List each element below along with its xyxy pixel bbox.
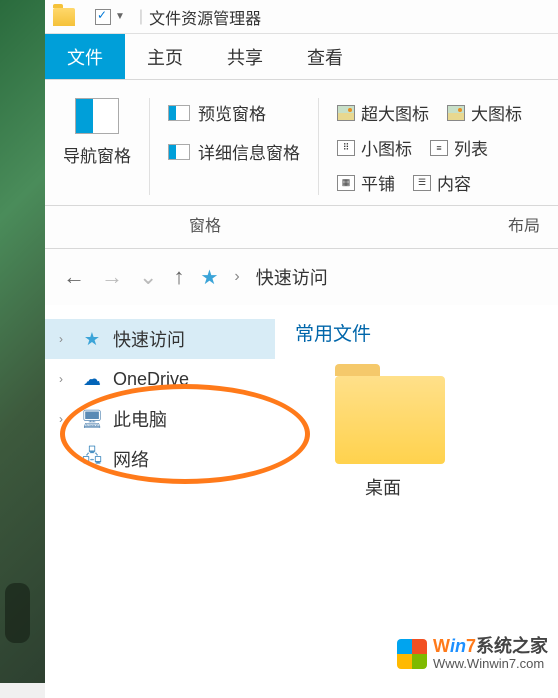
folder-icon[interactable] <box>335 376 445 464</box>
tree-onedrive[interactable]: › ☁ OneDrive <box>45 359 275 399</box>
tab-home[interactable]: 主页 <box>125 34 205 79</box>
preview-pane-label: 预览窗格 <box>198 100 266 125</box>
extra-large-label: 超大图标 <box>361 100 429 125</box>
list-label: 列表 <box>454 135 488 160</box>
desktop-background <box>0 0 45 683</box>
tree-network[interactable]: 🖧 网络 <box>45 439 275 479</box>
tiles-icon: ▦ <box>337 175 355 191</box>
watermark-rest: 系统之家 <box>476 636 548 656</box>
tree-quick-access[interactable]: › ★ 快速访问 <box>45 319 275 359</box>
cloud-icon: ☁ <box>81 368 103 390</box>
folder-label[interactable]: 桌面 <box>365 474 558 500</box>
details-pane-icon <box>168 144 190 160</box>
navigation-pane-button[interactable]: 导航窗格 <box>63 98 131 167</box>
back-button[interactable]: ← <box>63 264 85 290</box>
breadcrumb-location[interactable]: 快速访问 <box>256 264 328 290</box>
watermark-7: 7 <box>466 636 476 656</box>
forward-button[interactable]: → <box>101 264 123 290</box>
monitor-icon: 🖥 <box>81 408 103 430</box>
large-label: 大图标 <box>471 100 522 125</box>
watermark: Win7系统之家 Www.Winwin7.com <box>397 637 548 671</box>
windows-logo-icon <box>397 639 427 669</box>
file-explorer-window: ▼ | 文件资源管理器 文件 主页 共享 查看 导航窗格 预览窗格 <box>45 0 558 683</box>
window-title: 文件资源管理器 <box>149 5 261 29</box>
star-icon: ★ <box>200 265 218 290</box>
address-bar: ← → ⌄ ↑ ★ › 快速访问 <box>45 249 558 305</box>
navigation-tree: › ★ 快速访问 › ☁ OneDrive › 🖥 此电脑 🖧 网络 <box>45 305 275 698</box>
small-label: 小图标 <box>361 135 412 160</box>
navigation-pane-icon <box>75 98 119 134</box>
view-small-button[interactable]: ⠿ 小图标 <box>337 135 412 160</box>
ribbon-group-layout: 超大图标 大图标 ⠿ 小图标 ≡ 列表 <box>319 98 540 195</box>
tab-file[interactable]: 文件 <box>45 34 125 79</box>
content-heading: 常用文件 <box>295 319 558 346</box>
content-icon: ☰ <box>413 175 431 191</box>
details-pane-label: 详细信息窗格 <box>198 139 300 164</box>
tab-share[interactable]: 共享 <box>205 34 285 79</box>
ribbon-group-nav: 导航窗格 <box>45 98 150 195</box>
view-large-button[interactable]: 大图标 <box>447 100 522 125</box>
tab-view[interactable]: 查看 <box>285 34 365 79</box>
ribbon: 导航窗格 预览窗格 详细信息窗格 超大图标 <box>45 80 558 206</box>
chevron-right-icon[interactable]: › <box>59 332 71 346</box>
ribbon-group-panes: 预览窗格 详细信息窗格 <box>150 98 319 195</box>
breadcrumb-separator: › <box>234 268 239 286</box>
tree-this-pc-label: 此电脑 <box>113 406 167 432</box>
folder-icon <box>53 8 75 26</box>
group-label-panes: 窗格 <box>45 212 365 236</box>
chevron-right-icon[interactable]: › <box>59 372 71 386</box>
watermark-in: in <box>450 636 466 656</box>
extra-large-icon <box>337 105 355 121</box>
view-tiles-button[interactable]: ▦ 平铺 <box>337 170 395 195</box>
list-icon: ≡ <box>430 140 448 156</box>
up-button[interactable]: ↑ <box>173 264 184 290</box>
tiles-label: 平铺 <box>361 170 395 195</box>
title-separator: | <box>139 8 143 26</box>
preview-pane-icon <box>168 105 190 121</box>
title-bar: ▼ | 文件资源管理器 <box>45 0 558 34</box>
watermark-url: Www.Winwin7.com <box>433 657 548 671</box>
qat-dropdown-icon[interactable]: ▼ <box>115 11 125 22</box>
view-list-button[interactable]: ≡ 列表 <box>430 135 488 160</box>
group-label-layout: 布局 <box>365 212 558 236</box>
chevron-right-icon[interactable]: › <box>59 412 71 426</box>
content-label: 内容 <box>437 170 471 195</box>
preview-pane-button[interactable]: 预览窗格 <box>168 100 300 125</box>
navigation-pane-label: 导航窗格 <box>63 142 131 167</box>
ribbon-tabs: 文件 主页 共享 查看 <box>45 34 558 80</box>
ribbon-group-labels: 窗格 布局 <box>45 206 558 249</box>
view-content-button[interactable]: ☰ 内容 <box>413 170 471 195</box>
small-icon: ⠿ <box>337 140 355 156</box>
details-pane-button[interactable]: 详细信息窗格 <box>168 139 300 164</box>
watermark-text: Win7系统之家 Www.Winwin7.com <box>433 637 548 671</box>
qat-checkbox-icon[interactable] <box>95 9 111 25</box>
network-icon: 🖧 <box>81 448 103 470</box>
recent-dropdown-icon[interactable]: ⌄ <box>139 264 157 290</box>
tree-quick-access-label: 快速访问 <box>113 326 185 352</box>
watermark-w: W <box>433 636 450 656</box>
tree-this-pc[interactable]: › 🖥 此电脑 <box>45 399 275 439</box>
large-icon <box>447 105 465 121</box>
tree-network-label: 网络 <box>113 446 149 472</box>
star-icon: ★ <box>81 328 103 350</box>
view-extra-large-button[interactable]: 超大图标 <box>337 100 429 125</box>
tree-onedrive-label: OneDrive <box>113 369 189 390</box>
